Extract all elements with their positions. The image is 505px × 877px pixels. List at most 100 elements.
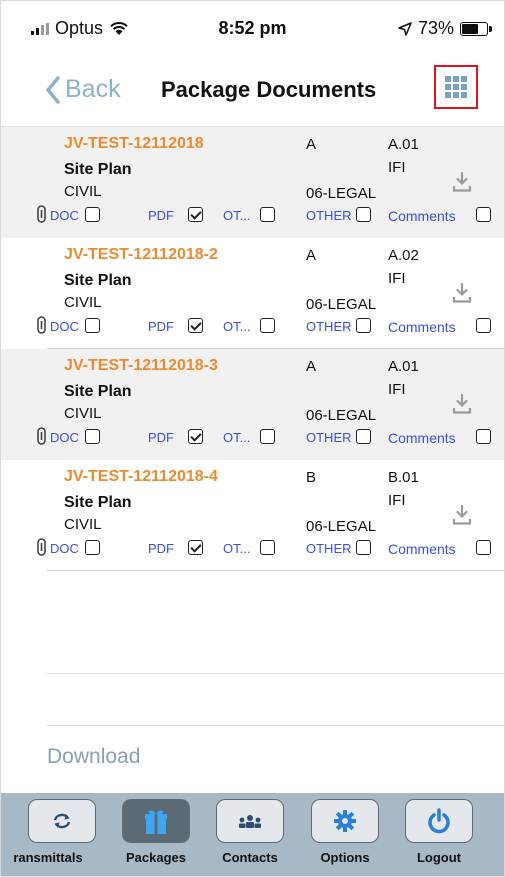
tab-options-label: Options <box>320 850 370 865</box>
document-code: 06-LEGAL <box>306 407 377 424</box>
pdf-checkbox[interactable] <box>188 318 203 333</box>
ot-checkbox-label: OT... <box>223 208 251 223</box>
tab-contacts-label: Contacts <box>222 850 278 865</box>
doc-checkbox[interactable] <box>85 318 100 333</box>
people-icon <box>239 815 261 828</box>
pdf-checkbox-label: PDF <box>148 319 174 334</box>
back-label: Back <box>65 75 121 103</box>
document-revision: A <box>306 358 317 375</box>
document-discipline: CIVIL <box>64 294 102 311</box>
navigation-bar: Back Package Documents <box>1 51 504 127</box>
other-checkbox[interactable] <box>356 540 371 555</box>
document-title: Site Plan <box>64 383 132 400</box>
other-checkbox-label: OTHER <box>306 319 352 334</box>
paperclip-icon <box>37 427 46 445</box>
battery-percent: 73% <box>417 18 454 38</box>
document-id[interactable]: JV-TEST-12112018 <box>64 135 204 153</box>
grid-view-button[interactable] <box>434 65 478 109</box>
document-version: A.01 <box>388 136 419 153</box>
ot-checkbox-label: OT... <box>223 319 251 334</box>
list-separator <box>47 673 504 674</box>
tab-transmittals-label: ransmittals <box>13 850 83 865</box>
pdf-checkbox-label: PDF <box>148 541 174 556</box>
comments-checkbox[interactable] <box>476 429 491 444</box>
back-button[interactable]: Back <box>45 75 121 104</box>
doc-checkbox-label: DOC <box>50 541 79 556</box>
download-button[interactable]: Download <box>47 745 140 769</box>
grid-icon <box>445 76 467 98</box>
document-title: Site Plan <box>64 161 132 178</box>
pdf-checkbox-label: PDF <box>148 208 174 223</box>
tab-options[interactable] <box>311 799 379 843</box>
pdf-checkbox[interactable] <box>188 207 203 222</box>
other-checkbox-label: OTHER <box>306 430 352 445</box>
document-version: B.01 <box>388 469 419 486</box>
ot-checkbox[interactable] <box>260 540 275 555</box>
doc-checkbox[interactable] <box>85 540 100 555</box>
document-revision: A <box>306 136 317 153</box>
paperclip-icon <box>37 205 46 223</box>
document-row[interactable]: JV-TEST-12112018-2 Site Plan CIVIL A A.0… <box>1 238 504 349</box>
other-checkbox[interactable] <box>356 318 371 333</box>
document-status: IFI <box>388 159 406 176</box>
pdf-checkbox[interactable] <box>188 540 203 555</box>
other-checkbox-label: OTHER <box>306 541 352 556</box>
pdf-checkbox[interactable] <box>188 429 203 444</box>
comments-checkbox-label: Comments <box>388 208 456 224</box>
comments-checkbox-label: Comments <box>388 541 456 557</box>
document-row[interactable]: JV-TEST-12112018-4 Site Plan CIVIL B B.0… <box>1 460 504 571</box>
refresh-icon <box>53 813 71 829</box>
ot-checkbox[interactable] <box>260 429 275 444</box>
document-revision: A <box>306 247 317 264</box>
tab-transmittals[interactable] <box>28 799 96 843</box>
chevron-left-icon <box>46 75 60 104</box>
paperclip-icon <box>37 538 46 556</box>
ot-checkbox[interactable] <box>260 318 275 333</box>
row-divider <box>47 570 504 571</box>
paperclip-icon <box>37 316 46 334</box>
ot-checkbox-label: OT... <box>223 541 251 556</box>
document-row[interactable]: JV-TEST-12112018 Site Plan CIVIL A A.01 … <box>1 127 504 238</box>
doc-checkbox[interactable] <box>85 429 100 444</box>
status-bar: Optus 8:52 pm 73% <box>1 1 504 41</box>
other-checkbox[interactable] <box>356 429 371 444</box>
document-id[interactable]: JV-TEST-12112018-2 <box>64 246 218 264</box>
download-icon[interactable] <box>452 393 472 415</box>
ot-checkbox[interactable] <box>260 207 275 222</box>
ot-checkbox-label: OT... <box>223 430 251 445</box>
comments-checkbox-label: Comments <box>388 430 456 446</box>
download-separator <box>47 725 504 726</box>
download-icon[interactable] <box>452 504 472 526</box>
document-status: IFI <box>388 492 406 509</box>
document-version: A.01 <box>388 358 419 375</box>
document-discipline: CIVIL <box>64 405 102 422</box>
document-id[interactable]: JV-TEST-12112018-4 <box>64 468 218 486</box>
doc-checkbox-label: DOC <box>50 319 79 334</box>
comments-checkbox[interactable] <box>476 318 491 333</box>
tab-contacts[interactable] <box>216 799 284 843</box>
status-right: 73% <box>398 18 492 39</box>
comments-checkbox[interactable] <box>476 540 491 555</box>
tab-logout-label: Logout <box>416 850 462 865</box>
download-icon[interactable] <box>452 282 472 304</box>
doc-checkbox[interactable] <box>85 207 100 222</box>
document-row[interactable]: JV-TEST-12112018-3 Site Plan CIVIL A A.0… <box>1 349 504 460</box>
other-checkbox-label: OTHER <box>306 208 352 223</box>
document-title: Site Plan <box>64 494 132 511</box>
document-discipline: CIVIL <box>64 183 102 200</box>
tab-packages[interactable] <box>122 799 190 843</box>
comments-checkbox-label: Comments <box>388 319 456 335</box>
document-code: 06-LEGAL <box>306 518 377 535</box>
document-discipline: CIVIL <box>64 516 102 533</box>
document-title: Site Plan <box>64 272 132 289</box>
comments-checkbox[interactable] <box>476 207 491 222</box>
download-icon[interactable] <box>452 171 472 193</box>
pdf-checkbox-label: PDF <box>148 430 174 445</box>
location-arrow-icon <box>398 21 412 36</box>
tab-packages-label: Packages <box>126 850 186 865</box>
doc-checkbox-label: DOC <box>50 430 79 445</box>
document-id[interactable]: JV-TEST-12112018-3 <box>64 357 218 375</box>
tab-logout[interactable] <box>405 799 473 843</box>
other-checkbox[interactable] <box>356 207 371 222</box>
document-code: 06-LEGAL <box>306 296 377 313</box>
